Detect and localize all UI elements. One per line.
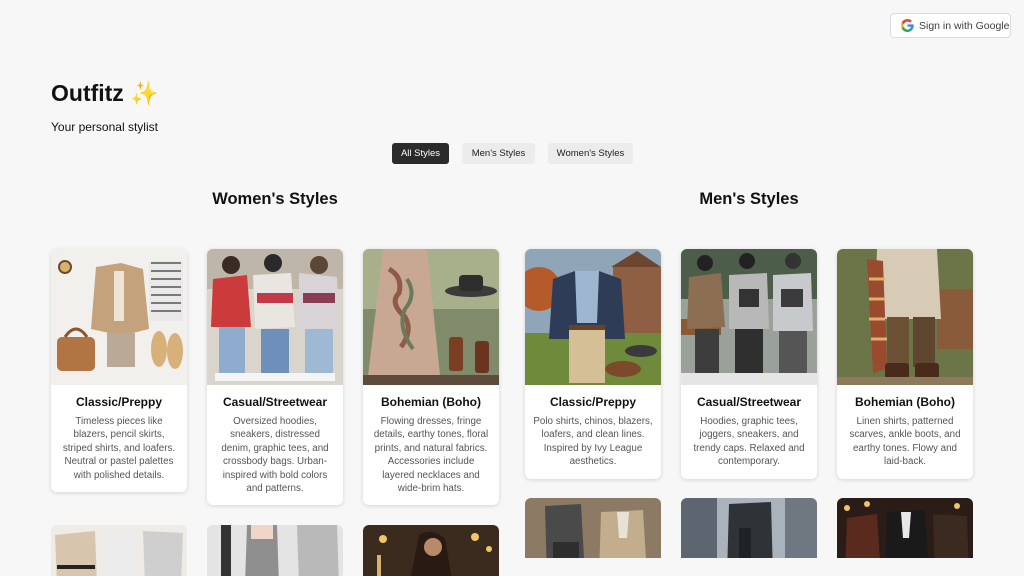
- style-card-image-partial[interactable]: [207, 525, 343, 576]
- style-card-description: Timeless pieces like blazers, pencil ski…: [62, 416, 176, 481]
- style-image: [837, 249, 973, 385]
- google-icon: [901, 19, 914, 32]
- style-filter-tabs: All Styles Men's Styles Women's Styles: [392, 143, 633, 164]
- style-card-title: Casual/Streetwear: [222, 395, 328, 409]
- filter-all-styles[interactable]: All Styles: [392, 143, 449, 164]
- style-card-title: Classic/Preppy: [549, 395, 637, 409]
- style-card-title: Bohemian (Boho): [855, 395, 955, 409]
- app-title: Outfitz ✨: [51, 80, 159, 106]
- style-card-men-bohemian[interactable]: Bohemian (Boho) Linen shirts, patterned …: [837, 249, 973, 479]
- filter-mens-styles[interactable]: Men's Styles: [462, 143, 535, 164]
- style-image: [525, 249, 661, 385]
- style-card-women-classic-preppy[interactable]: Classic/Preppy Timeless pieces like blaz…: [51, 249, 187, 493]
- style-card-title: Casual/Streetwear: [696, 395, 802, 409]
- style-card-men-casual-streetwear[interactable]: Casual/Streetwear Hoodies, graphic tees,…: [681, 249, 817, 479]
- style-card-description: Oversized hoodies, sneakers, distressed …: [221, 416, 329, 495]
- style-image: [51, 249, 187, 385]
- style-card-image-partial[interactable]: [525, 498, 661, 558]
- style-image: [363, 249, 499, 385]
- google-signin-button[interactable]: Sign in with Google: [890, 13, 1011, 38]
- style-card-image-partial[interactable]: [363, 525, 499, 576]
- style-card-image-partial[interactable]: [51, 525, 187, 576]
- style-card-women-casual-streetwear[interactable]: Casual/Streetwear Oversized hoodies, sne…: [207, 249, 343, 506]
- style-card-image-partial[interactable]: [681, 498, 817, 558]
- style-card-title: Bohemian (Boho): [381, 395, 481, 409]
- app-subtitle: Your personal stylist: [51, 120, 158, 134]
- style-card-image-partial[interactable]: [837, 498, 973, 558]
- google-signin-label: Sign in with Google: [919, 19, 1010, 32]
- style-card-description: Hoodies, graphic tees, joggers, sneakers…: [693, 416, 805, 468]
- mens-section-title: Men's Styles: [699, 190, 799, 208]
- style-image: [681, 249, 817, 385]
- womens-section-title: Women's Styles: [212, 190, 338, 208]
- style-card-women-bohemian[interactable]: Bohemian (Boho) Flowing dresses, fringe …: [363, 249, 499, 506]
- style-card-description: Flowing dresses, fringe details, earthy …: [373, 416, 489, 495]
- style-card-description: Polo shirts, chinos, blazers, loafers, a…: [533, 416, 653, 468]
- style-card-men-classic-preppy[interactable]: Classic/Preppy Polo shirts, chinos, blaz…: [525, 249, 661, 479]
- style-card-description: Linen shirts, patterned scarves, ankle b…: [849, 416, 961, 468]
- style-card-title: Classic/Preppy: [75, 395, 163, 409]
- style-image: [207, 249, 343, 385]
- filter-womens-styles[interactable]: Women's Styles: [548, 143, 633, 164]
